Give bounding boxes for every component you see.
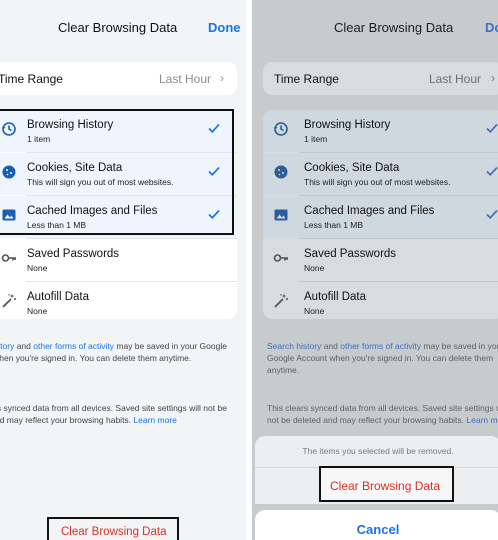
learn-more-link[interactable]: Learn more [466, 415, 498, 425]
option-subtitle: 1 item [27, 134, 51, 144]
account-activity-note: Search history and other forms of activi… [0, 340, 232, 364]
checkmark-icon [208, 123, 220, 134]
search-history-link[interactable]: Search history [0, 341, 14, 351]
data-type-list: Browsing History 1 item Cookies, Site Da… [263, 110, 498, 319]
clear-browsing-data-button[interactable]: Clear Browsing Data [47, 517, 179, 540]
time-range-value: Last Hour [158, 72, 211, 86]
done-button[interactable]: Done [485, 20, 498, 35]
time-range-label: Time Range [0, 72, 63, 86]
option-subtitle: Less than 1 MB [304, 220, 364, 230]
other-activity-link[interactable]: other forms of activity [33, 341, 114, 351]
option-subtitle: This will sign you out of most websites. [304, 177, 451, 187]
option-browsing-history[interactable]: Browsing History 1 item [0, 110, 237, 152]
time-range-row[interactable]: Time Range Last Hour › [0, 62, 237, 95]
option-subtitle: Less than 1 MB [27, 220, 87, 230]
time-range-label: Time Range [274, 72, 339, 86]
confirm-clear-button[interactable]: Clear Browsing Data [319, 466, 454, 502]
sync-note: This clears synced data from all devices… [0, 403, 227, 425]
option-subtitle: This will sign you out of most websites. [27, 177, 174, 187]
magic-wand-icon [2, 294, 16, 308]
checkmark-icon [208, 166, 220, 177]
image-icon [2, 209, 16, 221]
learn-more-link[interactable]: Learn more [133, 415, 176, 425]
option-title: Autofill Data [304, 291, 367, 303]
history-icon [274, 122, 288, 136]
option-subtitle: None [27, 263, 48, 273]
cookie-icon [2, 165, 16, 179]
option-saved-passwords[interactable]: Saved Passwords None [0, 239, 237, 281]
cancel-button[interactable]: Cancel [255, 510, 498, 540]
option-subtitle: 1 item [304, 134, 328, 144]
search-history-link[interactable]: Search history [267, 341, 321, 351]
option-title: Cached Images and Files [27, 205, 158, 217]
option-title: Saved Passwords [304, 248, 397, 260]
option-title: Cached Images and Files [304, 205, 435, 217]
key-icon [273, 254, 288, 262]
option-cached-images[interactable]: Cached Images and Files Less than 1 MB [263, 196, 498, 238]
option-subtitle: None [304, 306, 325, 316]
magic-wand-icon [274, 294, 288, 308]
done-button[interactable]: Done [208, 20, 241, 35]
option-title: Browsing History [27, 119, 114, 131]
option-subtitle: None [304, 263, 325, 273]
navigation-bar: Clear Browsing Data Done [252, 0, 498, 56]
time-range-value: Last Hour [428, 72, 481, 86]
checkmark-icon [486, 123, 498, 134]
data-type-list: Browsing History 1 item Cookies, Site Da… [0, 110, 237, 319]
checkmark-icon [486, 209, 498, 220]
option-autofill-data[interactable]: Autofill Data None [263, 282, 498, 319]
option-title: Autofill Data [27, 291, 90, 303]
cookie-icon [274, 165, 288, 179]
history-icon [2, 122, 16, 136]
navigation-bar: Clear Browsing Data Done [0, 0, 246, 56]
option-browsing-history[interactable]: Browsing History 1 item [263, 110, 498, 152]
option-cookies-site-data[interactable]: Cookies, Site Data This will sign you ou… [0, 153, 237, 195]
time-range-row[interactable]: Time Range Last Hour › [263, 62, 498, 95]
right-screen: Clear Browsing Data Done Time Range Last… [252, 0, 498, 540]
option-title: Browsing History [304, 119, 391, 131]
chevron-right-icon: › [491, 71, 495, 85]
page-title: Clear Browsing Data [58, 20, 178, 35]
sheet-message: The items you selected will be removed. [302, 446, 454, 456]
checkmark-icon [486, 166, 498, 177]
option-saved-passwords[interactable]: Saved Passwords None [263, 239, 498, 281]
other-activity-link[interactable]: other forms of activity [340, 341, 421, 351]
option-cookies-site-data[interactable]: Cookies, Site Data This will sign you ou… [263, 153, 498, 195]
chevron-right-icon: › [220, 71, 224, 85]
left-screen: Clear Browsing Data Done Time Range Last… [0, 0, 246, 540]
option-title: Saved Passwords [27, 248, 120, 260]
key-icon [1, 254, 16, 262]
account-activity-note: Search history and other forms of activi… [267, 341, 498, 375]
option-subtitle: None [27, 306, 48, 316]
image-icon [274, 209, 288, 221]
option-title: Cookies, Site Data [304, 162, 400, 174]
option-cached-images[interactable]: Cached Images and Files Less than 1 MB [0, 196, 237, 238]
page-title: Clear Browsing Data [334, 20, 454, 35]
sync-note: This clears synced data from all devices… [267, 402, 498, 426]
option-title: Cookies, Site Data [27, 162, 123, 174]
option-autofill-data[interactable]: Autofill Data None [0, 282, 237, 319]
checkmark-icon [208, 209, 220, 220]
